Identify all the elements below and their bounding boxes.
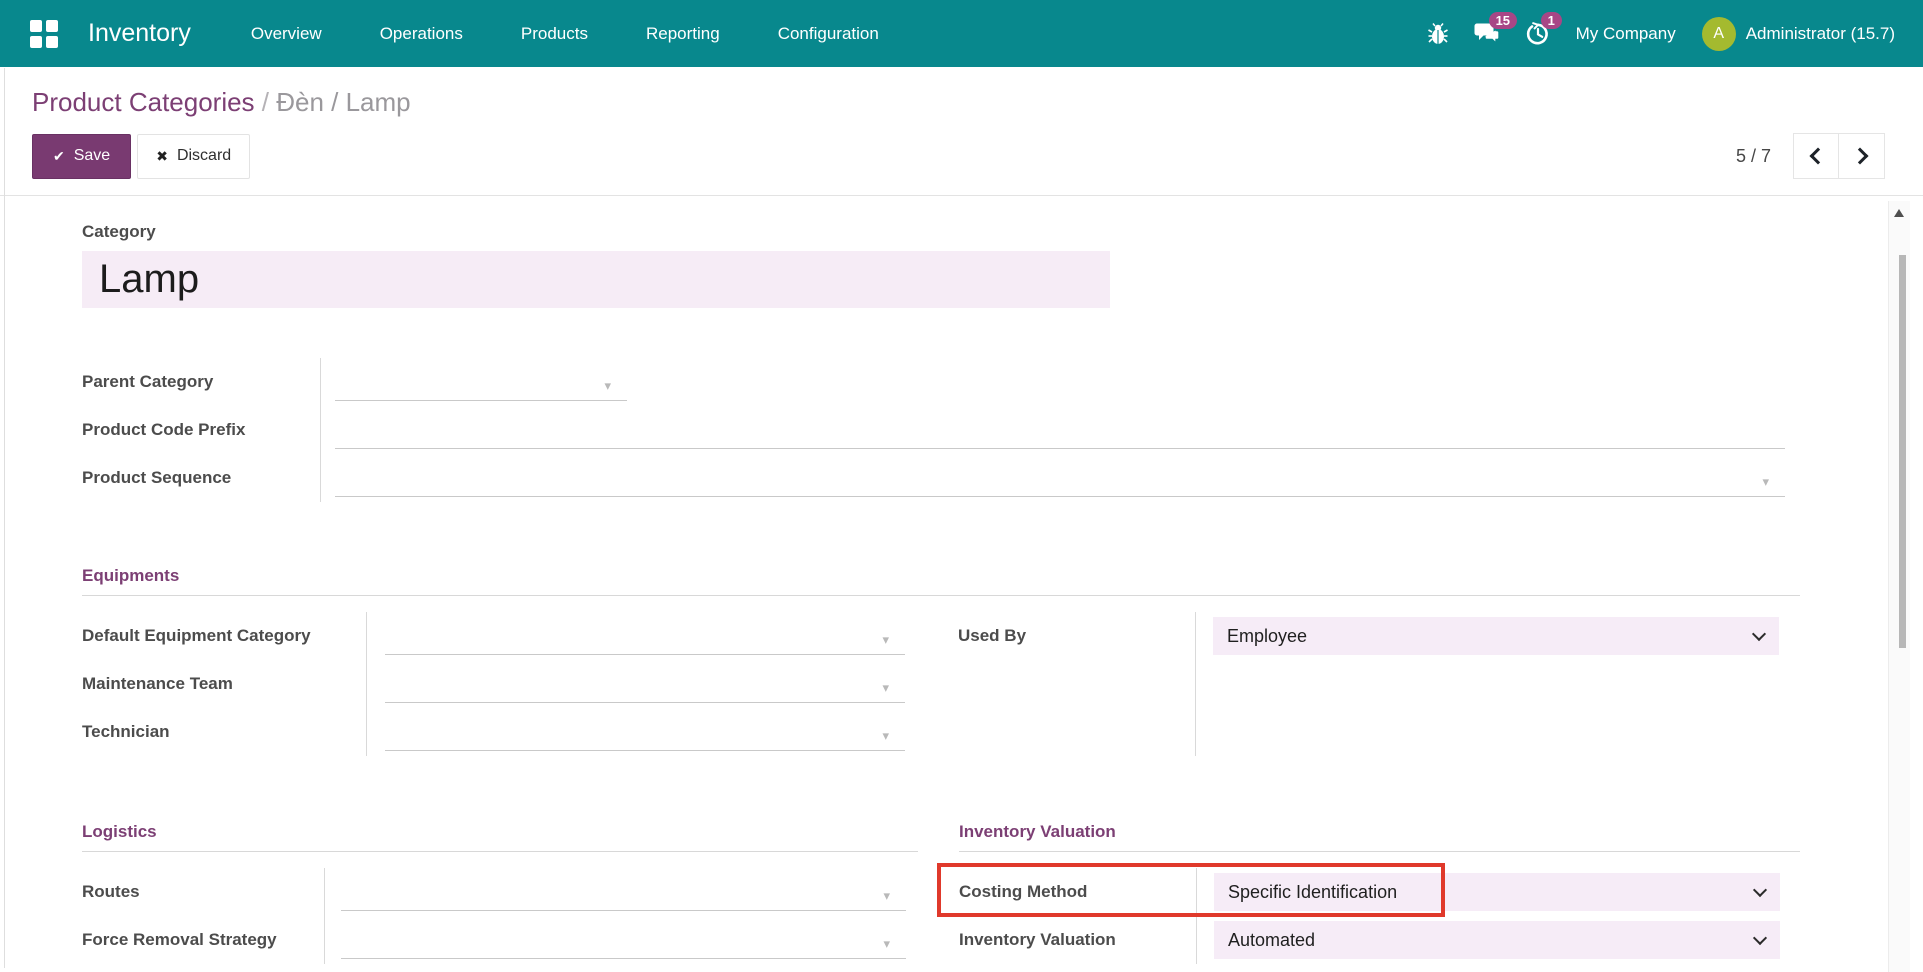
equipments-left-group: Default Equipment Category Maintenance T… bbox=[82, 612, 905, 756]
parent-category-input[interactable]: ▾ bbox=[335, 367, 627, 401]
routes-input[interactable]: ▾ bbox=[341, 877, 906, 911]
discard-button[interactable]: ✖ Discard bbox=[137, 134, 250, 179]
pager-next-button[interactable] bbox=[1839, 133, 1885, 179]
force-removal-strategy-label: Force Removal Strategy bbox=[82, 916, 324, 964]
menu-products[interactable]: Products bbox=[519, 18, 590, 50]
product-code-prefix-input[interactable] bbox=[335, 415, 1785, 449]
logistics-section: Logistics Routes Force Removal Strategy … bbox=[82, 822, 918, 964]
chevron-right-icon bbox=[1851, 148, 1868, 165]
maintenance-team-label: Maintenance Team bbox=[82, 660, 366, 708]
chevron-left-icon bbox=[1810, 148, 1827, 165]
activities-badge: 1 bbox=[1541, 12, 1562, 29]
dropdown-caret-icon: ▾ bbox=[882, 680, 889, 696]
technician-input[interactable]: ▾ bbox=[385, 717, 905, 751]
inventory-valuation-section: Inventory Valuation Costing Method Inven… bbox=[959, 822, 1800, 964]
dropdown-caret-icon: ▾ bbox=[1762, 474, 1769, 490]
dropdown-caret-icon: ▾ bbox=[882, 728, 889, 744]
breadcrumb: Product Categories / Đèn / Lamp bbox=[32, 87, 1893, 117]
product-category-form: Category Lamp Parent Category Product Co… bbox=[0, 196, 1923, 964]
company-switcher[interactable]: My Company bbox=[1576, 24, 1676, 44]
user-avatar: A bbox=[1702, 17, 1736, 51]
used-by-select[interactable]: Employee bbox=[1213, 617, 1779, 655]
user-menu[interactable]: A Administrator (15.7) bbox=[1702, 17, 1895, 51]
routes-label: Routes bbox=[82, 868, 324, 916]
messages-badge: 15 bbox=[1489, 12, 1517, 29]
category-label: Category bbox=[82, 222, 1923, 242]
menu-operations[interactable]: Operations bbox=[378, 18, 465, 50]
logistics-section-title: Logistics bbox=[82, 822, 918, 852]
dropdown-caret-icon: ▾ bbox=[882, 632, 889, 648]
breadcrumb-separator: / bbox=[255, 87, 277, 117]
chevron-down-icon bbox=[1752, 627, 1766, 641]
chevron-down-icon bbox=[1753, 883, 1767, 897]
inventory-valuation-label: Inventory Valuation bbox=[959, 916, 1196, 964]
costing-method-label: Costing Method bbox=[959, 868, 1196, 916]
apps-grid-icon[interactable] bbox=[30, 20, 58, 48]
pager-value[interactable]: 5 / 7 bbox=[1736, 146, 1771, 167]
inventory-valuation-section-title: Inventory Valuation bbox=[959, 822, 1800, 852]
technician-label: Technician bbox=[82, 708, 366, 756]
debug-bug-icon[interactable] bbox=[1428, 23, 1448, 45]
inventory-valuation-select[interactable]: Automated bbox=[1214, 921, 1780, 959]
used-by-label: Used By bbox=[958, 612, 1195, 660]
pager-previous-button[interactable] bbox=[1793, 133, 1839, 179]
equipments-section: Equipments Default Equipment Category Ma… bbox=[82, 566, 1800, 756]
main-menu: Overview Operations Products Reporting C… bbox=[249, 18, 881, 50]
vertical-scrollbar bbox=[1888, 201, 1910, 972]
save-button[interactable]: ✔ Save bbox=[32, 134, 131, 179]
check-icon: ✔ bbox=[53, 148, 65, 165]
category-name-input[interactable]: Lamp bbox=[82, 251, 1110, 308]
product-sequence-label: Product Sequence bbox=[82, 454, 320, 502]
default-equipment-category-input[interactable]: ▾ bbox=[385, 621, 905, 655]
close-x-icon: ✖ bbox=[156, 148, 168, 165]
dropdown-caret-icon: ▾ bbox=[604, 378, 611, 394]
equipments-right-group: Used By Employee bbox=[958, 612, 1779, 756]
app-name[interactable]: Inventory bbox=[88, 19, 191, 48]
equipments-section-title: Equipments bbox=[82, 566, 1800, 596]
scrollbar-thumb[interactable] bbox=[1899, 255, 1906, 648]
product-sequence-input[interactable]: ▾ bbox=[335, 463, 1785, 497]
top-navbar: Inventory Overview Operations Products R… bbox=[0, 0, 1923, 67]
breadcrumb-product-categories[interactable]: Product Categories bbox=[32, 87, 255, 117]
top-field-group: Parent Category Product Code Prefix Prod… bbox=[82, 358, 1923, 502]
messages-icon[interactable]: 15 bbox=[1474, 22, 1500, 45]
user-name: Administrator (15.7) bbox=[1746, 24, 1895, 44]
default-equipment-category-label: Default Equipment Category bbox=[82, 612, 366, 660]
menu-reporting[interactable]: Reporting bbox=[644, 18, 722, 50]
costing-method-select[interactable]: Specific Identification bbox=[1214, 873, 1780, 911]
pager: 5 / 7 bbox=[1736, 133, 1885, 179]
control-panel: Product Categories / Đèn / Lamp ✔ Save ✖… bbox=[0, 67, 1923, 195]
scroll-up-button[interactable] bbox=[1894, 209, 1904, 217]
menu-overview[interactable]: Overview bbox=[249, 18, 324, 50]
dropdown-caret-icon: ▾ bbox=[883, 888, 890, 904]
dropdown-caret-icon: ▾ bbox=[883, 936, 890, 952]
chevron-down-icon bbox=[1753, 931, 1767, 945]
force-removal-strategy-input[interactable]: ▾ bbox=[341, 925, 906, 959]
parent-category-label: Parent Category bbox=[82, 358, 320, 406]
maintenance-team-input[interactable]: ▾ bbox=[385, 669, 905, 703]
breadcrumb-current: Đèn / Lamp bbox=[276, 87, 410, 117]
activities-clock-icon[interactable]: 1 bbox=[1526, 22, 1550, 46]
product-code-prefix-label: Product Code Prefix bbox=[82, 406, 320, 454]
menu-configuration[interactable]: Configuration bbox=[776, 18, 881, 50]
